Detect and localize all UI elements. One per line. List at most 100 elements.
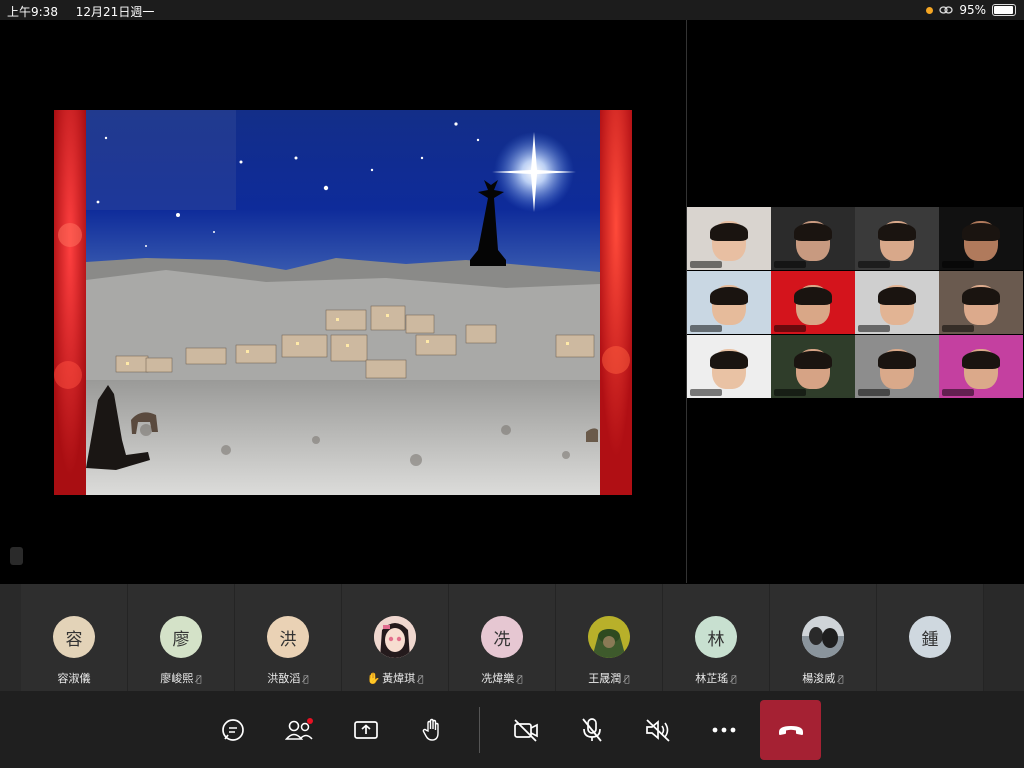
shared-slide <box>54 110 632 495</box>
hang-up-button[interactable] <box>760 700 821 760</box>
participant-name: 冼煒樂 <box>481 672 515 685</box>
participant-avatar: 廖 <box>160 616 202 658</box>
participant-tile[interactable]: 鍾 <box>877 584 984 691</box>
participant-strip: 容容淑儀廖廖峻熙 🎙̸ 洪洪敔滔 🎙̸ ✋ 黃煒琪 🎙̸ 冼冼煒樂 🎙̸ 王晟潤 🎙̸ 林林芷瑤 🎙̸ 楊… <box>0 584 1024 691</box>
participant-avatar: 容 <box>53 616 95 658</box>
participant-name: 林芷瑤 <box>695 672 729 685</box>
stage-handle[interactable] <box>10 547 23 565</box>
status-left: 上午9:38 12月21日週一 <box>7 3 168 20</box>
participant-tile[interactable]: 林林芷瑤 🎙̸ <box>663 584 770 691</box>
participant-video-hair <box>962 351 1000 370</box>
video-tile[interactable] <box>855 335 939 398</box>
participant-video-hair <box>962 223 1000 242</box>
participant-video-hair <box>710 351 748 370</box>
participant-name: 黃煒琪 <box>382 672 416 685</box>
video-tile[interactable] <box>855 207 939 270</box>
more-options-button[interactable] <box>704 710 744 750</box>
video-name-label <box>690 261 722 268</box>
video-name-label <box>858 325 890 332</box>
share-screen-button[interactable] <box>346 710 386 750</box>
mic-off-icon <box>582 718 602 742</box>
participant-name-row: 容淑儀 <box>21 670 127 686</box>
recording-dot-icon <box>926 6 934 14</box>
video-name-label <box>858 261 890 268</box>
video-tile[interactable] <box>771 271 855 334</box>
participant-tile[interactable]: 容容淑儀 <box>21 584 128 691</box>
status-bar: 上午9:38 12月21日週一 95% <box>0 0 1024 20</box>
chat-button[interactable] <box>213 710 253 750</box>
muted-mic-icon: 🎙̸ <box>731 675 737 685</box>
participant-video-hair <box>794 287 832 306</box>
video-tile[interactable] <box>687 271 771 334</box>
muted-mic-icon: 🎙̸ <box>303 675 309 685</box>
video-name-label <box>690 389 722 396</box>
muted-mic-icon: 🎙̸ <box>838 675 844 685</box>
shared-screen-stage[interactable] <box>0 20 686 583</box>
more-options-icon <box>712 727 736 733</box>
participant-tile[interactable]: 廖廖峻熙 🎙̸ <box>128 584 235 691</box>
video-tile[interactable] <box>771 335 855 398</box>
participant-avatar: 林 <box>695 616 737 658</box>
participant-avatar: 鍾 <box>909 616 951 658</box>
participant-tile[interactable]: 冼冼煒樂 🎙̸ <box>449 584 556 691</box>
video-tile[interactable] <box>939 335 1023 398</box>
participants-icon <box>285 718 313 740</box>
participant-name-row: 冼煒樂 🎙̸ <box>449 670 555 686</box>
participant-avatar: 洪 <box>267 616 309 658</box>
slide-left-border <box>54 110 86 495</box>
participant-name-row: ✋ 黃煒琪 🎙̸ <box>342 670 448 686</box>
nativity-scene-image <box>86 110 600 495</box>
participant-tile[interactable]: 洪洪敔滔 🎙̸ <box>235 584 342 691</box>
participant-name-row: 洪敔滔 🎙̸ <box>235 670 341 686</box>
notification-badge <box>307 718 313 724</box>
video-name-label <box>942 325 974 332</box>
participant-tile[interactable]: 楊浚威 🎙̸ <box>770 584 877 691</box>
video-tile[interactable] <box>939 207 1023 270</box>
chat-icon <box>222 719 244 741</box>
anime-girl-avatar-icon <box>374 616 416 658</box>
camera-toggle-button[interactable] <box>506 710 546 750</box>
participant-tile[interactable]: 王晟潤 🎙̸ <box>556 584 663 691</box>
participant-video-hair <box>878 223 916 242</box>
video-gallery <box>687 207 1023 398</box>
participant-video-hair <box>710 287 748 306</box>
video-name-label <box>774 325 806 332</box>
video-tile[interactable] <box>687 335 771 398</box>
participant-avatar: 冼 <box>481 616 523 658</box>
speaker-toggle-button[interactable] <box>638 710 678 750</box>
participant-name-row: 林芷瑤 🎙̸ <box>663 670 769 686</box>
participant-tile[interactable]: ✋ 黃煒琪 🎙̸ <box>342 584 449 691</box>
video-tile[interactable] <box>771 207 855 270</box>
camera-off-icon <box>514 719 538 742</box>
muted-mic-icon: 🎙̸ <box>624 675 630 685</box>
video-tile[interactable] <box>687 207 771 270</box>
toolbar-separator <box>479 707 480 753</box>
raise-hand-button[interactable] <box>412 710 452 750</box>
participant-video-hair <box>878 287 916 306</box>
participant-video-hair <box>962 287 1000 306</box>
participant-name-row: 楊浚威 🎙̸ <box>770 670 876 686</box>
video-name-label <box>774 389 806 396</box>
muted-mic-icon: 🎙̸ <box>517 675 523 685</box>
video-name-label <box>690 325 722 332</box>
participant-name: 楊浚威 <box>802 672 836 685</box>
participant-video-hair <box>794 223 832 242</box>
mic-toggle-button[interactable] <box>572 710 612 750</box>
participant-name: 洪敔滔 <box>267 672 301 685</box>
share-screen-icon <box>354 721 378 739</box>
participant-name-row: 廖峻熙 🎙̸ <box>128 670 234 686</box>
participant-name: 容淑儀 <box>57 672 91 685</box>
slide-right-border <box>600 110 632 495</box>
status-right: 95% <box>926 3 1016 17</box>
video-name-label <box>942 389 974 396</box>
video-tile[interactable] <box>855 271 939 334</box>
video-tile[interactable] <box>939 271 1023 334</box>
video-name-label <box>774 261 806 268</box>
participant-name-row: 王晟潤 🎙̸ <box>556 670 662 686</box>
link-icon <box>939 6 953 14</box>
raise-hand-icon <box>422 718 439 741</box>
participants-button[interactable] <box>280 710 320 750</box>
speaker-off-icon <box>646 719 670 742</box>
participant-video-hair <box>710 223 748 242</box>
video-name-label <box>942 261 974 268</box>
